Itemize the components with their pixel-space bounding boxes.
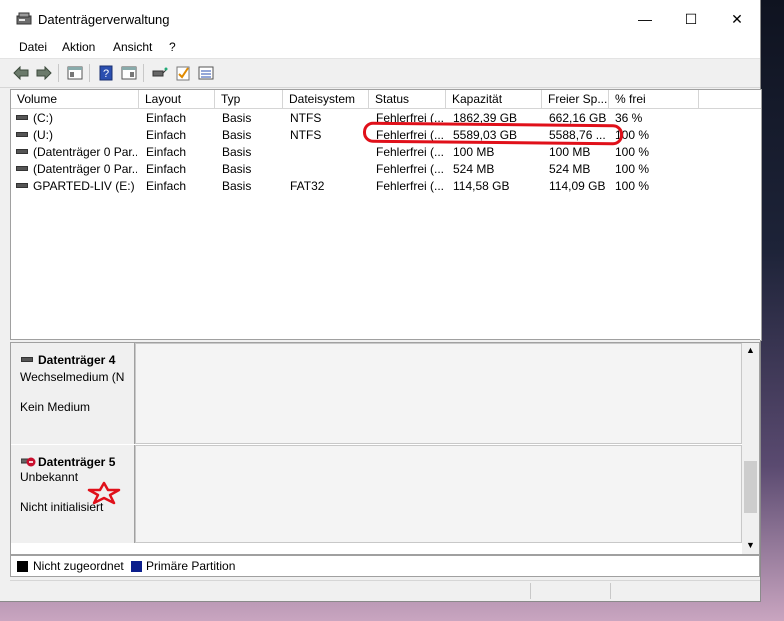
scroll-thumb[interactable] — [744, 461, 757, 513]
table-row[interactable]: GPARTED-LIV (E:) Einfach Basis FAT32 Feh… — [11, 178, 761, 195]
back-icon[interactable] — [12, 64, 30, 82]
cell-prozent-frei: 36 % — [615, 111, 643, 125]
menu-aktion[interactable]: Aktion — [62, 40, 95, 54]
disk-5-name: Datenträger 5 — [38, 455, 116, 469]
disk-4-name: Datenträger 4 — [38, 353, 116, 367]
cell-freier-speicher: 114,09 GB — [549, 179, 606, 193]
cell-status: Fehlerfrei (... — [376, 162, 444, 176]
cell-kapazitaet: 114,58 GB — [453, 179, 510, 193]
cell-layout: Einfach — [146, 179, 187, 193]
legend-label-primary: Primäre Partition — [146, 559, 236, 573]
toolbar-separator — [89, 64, 90, 82]
column-header-freier-speicher[interactable]: Freier Sp... — [542, 90, 609, 109]
disk-pane-scrollbar[interactable]: ▲ ▼ — [742, 343, 759, 554]
cell-kapazitaet: 100 MB — [453, 145, 495, 159]
cell-prozent-frei: 100 % — [615, 145, 650, 159]
cell-status: Fehlerfrei (... — [376, 145, 444, 159]
annotation-star-icon — [87, 481, 121, 505]
forward-icon[interactable] — [35, 64, 53, 82]
cell-layout: Einfach — [146, 162, 187, 176]
cell-volume: (Datenträger 0 Par... — [33, 162, 137, 176]
toolbar: ? — [0, 58, 760, 88]
maximize-button[interactable]: ☐ — [668, 0, 714, 38]
cell-dateisystem: NTFS — [290, 111, 322, 125]
column-header-empty — [699, 90, 761, 109]
error-disk-icon — [21, 457, 36, 467]
disk-4-label[interactable]: Datenträger 4 Wechselmedium (N Kein Medi… — [11, 343, 135, 444]
cell-prozent-frei: 100 % — [615, 162, 650, 176]
drive-icon — [16, 115, 28, 120]
status-bar — [10, 580, 760, 601]
connect-icon[interactable] — [151, 64, 169, 82]
column-header-dateisystem[interactable]: Dateisystem — [283, 90, 369, 109]
drive-icon — [16, 132, 28, 137]
cell-layout: Einfach — [146, 145, 187, 159]
column-header-kapazitaet[interactable]: Kapazität — [446, 90, 542, 109]
drive-icon — [16, 149, 28, 154]
column-header-status[interactable]: Status — [369, 90, 446, 109]
menu-ansicht[interactable]: Ansicht — [113, 40, 152, 54]
menu-bar: Datei Aktion Ansicht ? — [0, 38, 760, 58]
disk-pane: Datenträger 4 Wechselmedium (N Kein Medi… — [10, 342, 760, 555]
annotation-ring — [362, 121, 624, 146]
cell-prozent-frei: 100 % — [615, 179, 650, 193]
svg-text:?: ? — [103, 68, 109, 80]
table-row[interactable]: (Datenträger 0 Par... Einfach Basis Fehl… — [11, 144, 761, 161]
cell-typ: Basis — [222, 111, 252, 125]
cell-volume: GPARTED-LIV (E:) — [33, 179, 135, 193]
disk-5-area[interactable] — [135, 445, 742, 543]
status-divider — [530, 583, 531, 599]
column-header-volume[interactable]: Volume — [11, 90, 139, 109]
window-title: Datenträgerverwaltung — [38, 12, 170, 27]
legend-swatch-primary — [131, 561, 142, 572]
disk-4-state: Kein Medium — [20, 400, 91, 414]
cell-dateisystem: NTFS — [290, 128, 322, 142]
disk-4-type: Wechselmedium (N — [20, 370, 125, 384]
column-header-layout[interactable]: Layout — [139, 90, 215, 109]
list-view-icon[interactable] — [197, 64, 215, 82]
menu-datei[interactable]: Datei — [19, 40, 47, 54]
legend-label-unallocated: Nicht zugeordnet — [33, 559, 124, 573]
status-divider — [610, 583, 611, 599]
cell-typ: Basis — [222, 162, 252, 176]
cell-status: Fehlerfrei (... — [376, 179, 444, 193]
toolbar-separator — [143, 64, 144, 82]
legend-bar: Nicht zugeordnet Primäre Partition — [10, 555, 760, 577]
drive-icon — [16, 166, 28, 171]
cell-freier-speicher: 100 MB — [549, 145, 591, 159]
cell-typ: Basis — [222, 128, 252, 142]
disk-management-window: Datenträgerverwaltung — ☐ ✕ Datei Aktion… — [0, 0, 762, 602]
table-row[interactable]: (Datenträger 0 Par... Einfach Basis Fehl… — [11, 161, 761, 178]
minimize-button[interactable]: — — [622, 0, 668, 38]
properties-icon[interactable] — [120, 64, 138, 82]
drive-icon — [16, 183, 28, 188]
column-header-prozent-frei[interactable]: % frei — [609, 90, 699, 109]
cell-freier-speicher: 524 MB — [549, 162, 591, 176]
disk-4-area[interactable] — [135, 343, 742, 444]
removable-disk-icon — [21, 357, 33, 362]
disk-management-icon — [16, 12, 32, 25]
scroll-up-icon[interactable]: ▲ — [746, 345, 755, 355]
cell-volume: (U:) — [33, 128, 53, 142]
console-tree-icon[interactable] — [66, 64, 84, 82]
help-icon[interactable]: ? — [97, 64, 115, 82]
menu-help[interactable]: ? — [169, 40, 176, 54]
cell-typ: Basis — [222, 179, 252, 193]
cell-volume: (Datenträger 0 Par... — [33, 145, 137, 159]
cell-volume: (C:) — [33, 111, 53, 125]
cell-kapazitaet: 524 MB — [453, 162, 495, 176]
cell-layout: Einfach — [146, 111, 187, 125]
column-header-typ[interactable]: Typ — [215, 90, 283, 109]
cell-layout: Einfach — [146, 128, 187, 142]
check-icon[interactable] — [174, 64, 192, 82]
title-bar[interactable]: Datenträgerverwaltung — ☐ ✕ — [0, 0, 760, 38]
cell-typ: Basis — [222, 145, 252, 159]
cell-dateisystem: FAT32 — [290, 179, 325, 193]
legend-swatch-unallocated — [17, 561, 28, 572]
toolbar-separator — [58, 64, 59, 82]
scroll-down-icon[interactable]: ▼ — [746, 540, 755, 550]
disk-5-type: Unbekannt — [20, 470, 79, 484]
close-button[interactable]: ✕ — [714, 0, 760, 38]
